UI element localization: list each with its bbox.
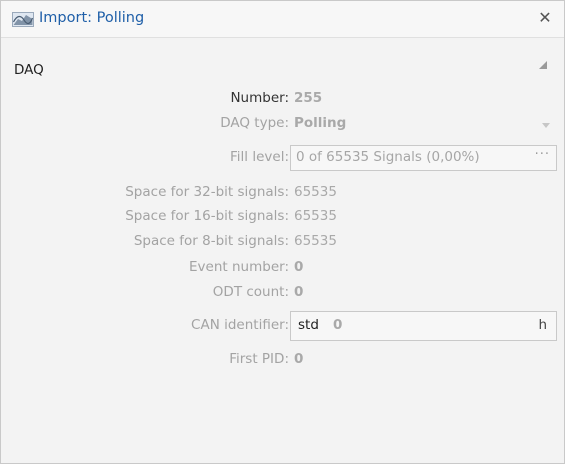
daq-type-label: DAQ type: [220,115,289,131]
daq-type-value[interactable]: Polling [294,115,346,131]
event-number-label: Event number: [189,259,289,275]
event-number-value: 0 [294,259,304,275]
odt-count-label: ODT count: [212,284,289,300]
can-identifier-value: 0 [333,317,343,333]
import-waveform-icon [12,12,34,27]
close-icon[interactable]: ✕ [536,9,554,27]
first-pid-value: 0 [294,351,304,367]
space-32-value: 65535 [294,184,337,200]
space-8-label: Space for 8-bit signals: [133,233,289,249]
space-16-value: 65535 [294,208,337,224]
dropdown-arrow-icon[interactable] [542,123,550,128]
number-label: Number: [230,90,289,106]
import-polling-panel: Import: Polling ✕ DAQ Number: 255 DAQ ty… [0,0,565,464]
odt-count-value: 0 [294,284,304,300]
space-16-label: Space for 16-bit signals: [125,208,289,224]
section-daq-header[interactable]: DAQ [14,62,44,78]
can-identifier-prefix: std [298,317,319,333]
row-odt-count: ODT count: 0 [1,281,564,303]
row-space-16: Space for 16-bit signals: 65535 [1,205,564,227]
space-8-value: 65535 [294,233,337,249]
can-identifier-field[interactable]: std 0 h [290,311,557,341]
fill-level-label: Fill level: [230,149,289,165]
row-number: Number: 255 [1,87,564,109]
space-32-label: Space for 32-bit signals: [125,184,289,200]
row-first-pid: First PID: 0 [1,348,564,370]
title-bar: Import: Polling ✕ [1,1,564,38]
collapse-triangle-icon[interactable] [538,60,548,70]
fill-level-field[interactable]: 0 of 65535 Signals (0,00%) ··· [290,145,557,171]
first-pid-label: First PID: [229,351,289,367]
number-value: 255 [294,90,323,106]
can-identifier-label: CAN identifier: [191,317,289,333]
row-daq-type: DAQ type: Polling [1,112,564,134]
can-identifier-suffix: h [538,317,547,333]
ellipsis-button[interactable]: ··· [535,147,550,162]
fill-level-value: 0 of 65535 Signals (0,00%) [296,149,480,165]
row-space-32: Space for 32-bit signals: 65535 [1,181,564,203]
window-title: Import: Polling [39,10,145,26]
row-space-8: Space for 8-bit signals: 65535 [1,230,564,252]
row-event-number: Event number: 0 [1,256,564,278]
